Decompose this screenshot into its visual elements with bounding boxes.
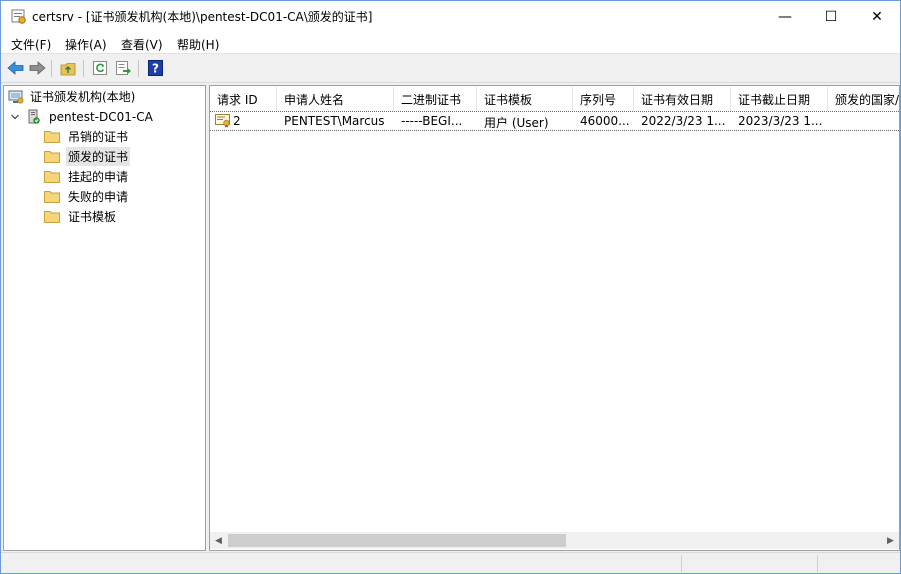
window-title: certsrv - [证书颁发机构(本地)\pentest-DC01-CA\颁发… bbox=[32, 10, 373, 24]
menu-file[interactable]: 文件(F) bbox=[11, 36, 51, 53]
status-segment bbox=[681, 555, 817, 572]
refresh-button[interactable] bbox=[91, 59, 109, 77]
maximize-button[interactable]: ☐ bbox=[808, 1, 854, 32]
toolbar-separator bbox=[51, 60, 52, 77]
tree-item-ca-root[interactable]: 证书颁发机构(本地) bbox=[8, 87, 137, 106]
scroll-right-button[interactable]: ▶ bbox=[882, 532, 899, 549]
scroll-left-button[interactable]: ◀ bbox=[210, 532, 227, 549]
help-button[interactable]: ? bbox=[146, 59, 164, 77]
column-header-requester-name[interactable]: 申请人姓名 bbox=[277, 87, 394, 111]
tree-label: 挂起的申请 bbox=[68, 170, 129, 184]
forward-arrow-icon bbox=[29, 61, 46, 75]
maximize-icon: ☐ bbox=[824, 8, 838, 25]
help-icon: ? bbox=[147, 60, 163, 76]
cell-request-id: 2 bbox=[233, 114, 241, 128]
tree-item-failed-requests[interactable]: 失败的申请 bbox=[44, 187, 130, 206]
back-arrow-icon bbox=[6, 61, 23, 75]
horizontal-scrollbar[interactable]: ◀ ▶ bbox=[210, 532, 899, 549]
cell-binary-certificate: -----BEGI... bbox=[401, 114, 463, 128]
back-button[interactable] bbox=[6, 59, 24, 77]
title-bar: certsrv - [证书颁发机构(本地)\pentest-DC01-CA\颁发… bbox=[1, 1, 900, 32]
export-list-icon bbox=[115, 61, 131, 75]
toolbar: ? bbox=[1, 55, 900, 83]
scroll-right-icon: ▶ bbox=[887, 535, 894, 546]
column-header-certificate-template[interactable]: 证书模板 bbox=[477, 87, 573, 111]
tree-label: 证书模板 bbox=[68, 210, 117, 224]
column-header-binary-certificate[interactable]: 二进制证书 bbox=[394, 87, 477, 111]
tree-item-revoked-certificates[interactable]: 吊销的证书 bbox=[44, 127, 130, 146]
ca-server-icon bbox=[28, 109, 40, 124]
tree-label: 证书颁发机构(本地) bbox=[30, 90, 136, 104]
up-one-level-button[interactable] bbox=[59, 59, 77, 77]
cell-serial-number: 46000... bbox=[580, 114, 630, 128]
menu-bar: 文件(F) 操作(A) 查看(V) 帮助(H) bbox=[1, 32, 900, 54]
tree-item-ca-server[interactable]: pentest-DC01-CA bbox=[10, 107, 155, 126]
cell-expiration-date: 2023/3/23 1... bbox=[738, 114, 823, 128]
folder-icon bbox=[44, 171, 60, 183]
tree-label: pentest-DC01-CA bbox=[49, 109, 153, 124]
refresh-icon bbox=[93, 61, 107, 75]
svg-text:?: ? bbox=[152, 62, 159, 76]
column-header-serial-number[interactable]: 序列号 bbox=[573, 87, 634, 111]
tree-label: 失败的申请 bbox=[68, 190, 129, 204]
toolbar-separator bbox=[138, 60, 139, 77]
menu-view[interactable]: 查看(V) bbox=[121, 36, 163, 53]
mmc-window: certsrv - [证书颁发机构(本地)\pentest-DC01-CA\颁发… bbox=[0, 0, 901, 574]
table-row[interactable]: 2 PENTEST\Marcus -----BEGI... 用户 (User) … bbox=[210, 111, 899, 131]
forward-button[interactable] bbox=[28, 59, 46, 77]
ca-computer-icon bbox=[8, 90, 24, 103]
certsrv-app-icon bbox=[11, 9, 26, 24]
minimize-button[interactable]: — bbox=[762, 1, 808, 32]
tree-item-issued-certificates[interactable]: 颁发的证书 bbox=[44, 147, 131, 166]
expander-chevron-down-icon[interactable] bbox=[10, 112, 20, 122]
scrollbar-thumb[interactable] bbox=[228, 534, 566, 547]
menu-help[interactable]: 帮助(H) bbox=[177, 36, 219, 53]
tree-label: 颁发的证书 bbox=[66, 147, 131, 166]
scroll-left-icon: ◀ bbox=[215, 535, 222, 546]
up-folder-icon bbox=[60, 62, 76, 75]
tree-item-certificate-templates[interactable]: 证书模板 bbox=[44, 207, 118, 226]
tree-label: 吊销的证书 bbox=[68, 130, 129, 144]
folder-icon bbox=[44, 131, 60, 143]
status-bar bbox=[1, 552, 900, 573]
column-header-request-id[interactable]: 请求 ID bbox=[210, 87, 277, 111]
close-icon: ✕ bbox=[871, 8, 883, 25]
folder-icon bbox=[44, 211, 60, 223]
folder-icon bbox=[44, 151, 60, 163]
close-button[interactable]: ✕ bbox=[854, 1, 900, 32]
cell-effective-date: 2022/3/23 1... bbox=[641, 114, 726, 128]
console-tree: 证书颁发机构(本地) pentest-DC01-CA 吊销的证书 颁发的证书 挂… bbox=[3, 85, 206, 551]
cell-requester-name: PENTEST\Marcus bbox=[284, 114, 385, 128]
column-header-issued-country[interactable]: 颁发的国家/ bbox=[828, 87, 899, 111]
certificate-icon bbox=[215, 114, 230, 128]
export-list-button[interactable] bbox=[114, 59, 132, 77]
minimize-icon: — bbox=[778, 8, 792, 25]
results-list: 请求 ID 申请人姓名 二进制证书 证书模板 序列号 证书有效日期 证书截止日期… bbox=[209, 85, 900, 551]
cell-certificate-template: 用户 (User) bbox=[484, 116, 549, 130]
toolbar-separator bbox=[83, 60, 84, 77]
column-header-effective-date[interactable]: 证书有效日期 bbox=[634, 87, 731, 111]
menu-action[interactable]: 操作(A) bbox=[65, 36, 107, 53]
folder-icon bbox=[44, 191, 60, 203]
column-header-expiration-date[interactable]: 证书截止日期 bbox=[731, 87, 828, 111]
status-segment bbox=[817, 555, 900, 572]
tree-item-pending-requests[interactable]: 挂起的申请 bbox=[44, 167, 130, 186]
